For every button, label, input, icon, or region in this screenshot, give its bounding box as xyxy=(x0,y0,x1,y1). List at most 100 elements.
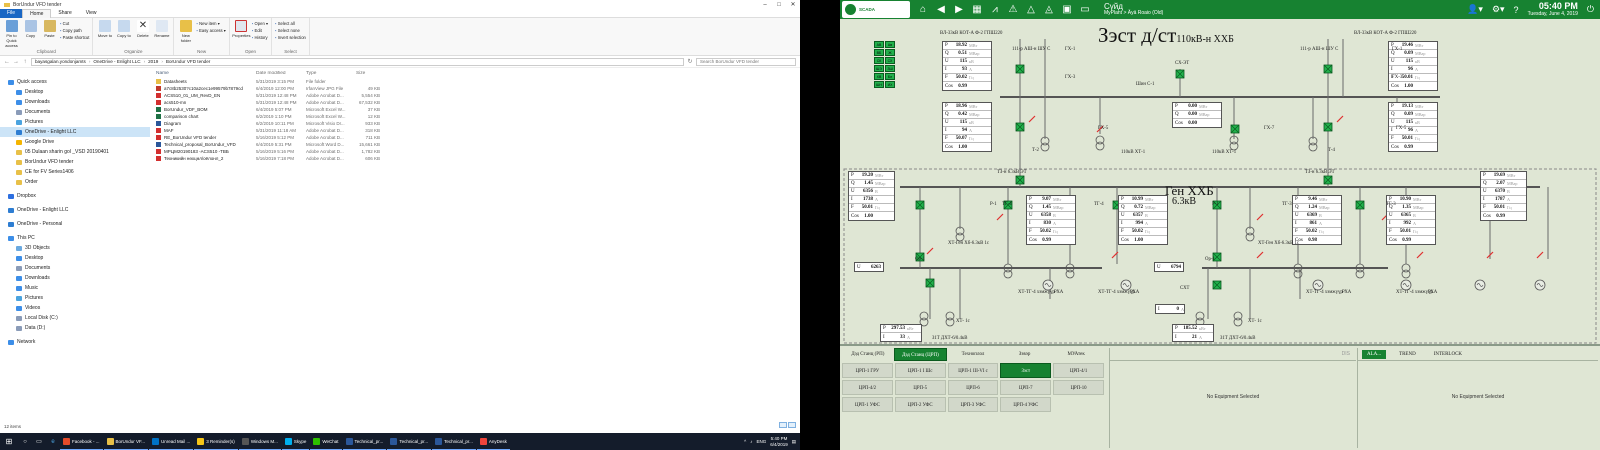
home-icon[interactable]: ⌂ xyxy=(916,4,930,15)
meter-gen-right[interactable]: P 19.69 МВт Q 2.07 МВар U 6370 В I 1787 А F 50.01 Гц Co… xyxy=(1480,171,1527,221)
nav-item[interactable]: Downloads xyxy=(0,97,150,107)
station-button[interactable]: ЦРП-1 III-VI с xyxy=(947,363,999,378)
search-input[interactable]: Search BorUndur VFD tender xyxy=(696,57,796,66)
copy-to-button[interactable]: Copy to xyxy=(115,20,132,38)
move-to-button[interactable]: Move to xyxy=(96,20,113,38)
taskbar-item[interactable]: Skype xyxy=(281,433,310,450)
close-button[interactable]: ✕ xyxy=(786,1,800,8)
file-row[interactable]: a7c8b2530?c10a2cec1e99579b7879cd 6/4/2019… xyxy=(150,85,800,92)
breadcrumb-item[interactable]: 2019 xyxy=(148,59,158,64)
taskbar-item[interactable]: Unread Mail ... xyxy=(149,433,194,450)
address-bar[interactable]: bayasgalan.yondonjamts › OneDrive - Enligh… xyxy=(31,57,684,66)
nav-item[interactable]: 3D Objects xyxy=(0,243,150,253)
delete-button[interactable]: ✕ Delete xyxy=(134,20,151,38)
select-all-button[interactable]: Select all xyxy=(275,20,306,27)
station-tab[interactable]: Зэвэр xyxy=(999,348,1051,361)
refresh-icon[interactable]: ↻ xyxy=(687,58,693,65)
nav-item[interactable]: Videos xyxy=(0,303,150,313)
disconnector-open[interactable] xyxy=(1536,251,1544,259)
meter-top-left[interactable]: P 18.92 МВт Q 0.51 МВар U 115 кВ I 93 А F 50.02 Гц Cos 0… xyxy=(942,41,992,91)
properties-button[interactable]: Properties xyxy=(232,20,251,38)
minimize-button[interactable]: – xyxy=(758,2,772,8)
language-indicator[interactable]: ENG xyxy=(756,439,766,444)
task-view-icon[interactable]: ▭ xyxy=(32,438,46,445)
file-row[interactable]: acs510-mn 5/31/2019 12:48 PM Adobe Acrobat… xyxy=(150,99,800,106)
nav-item[interactable]: Documents xyxy=(0,263,150,273)
alarm-tab[interactable]: TREND xyxy=(1394,350,1421,359)
notification-arrow-icon[interactable]: ^ xyxy=(744,439,746,444)
details-view-button[interactable] xyxy=(779,422,787,428)
invert-selection-button[interactable]: Invert selection xyxy=(275,34,306,41)
map-icon[interactable]: ▦ xyxy=(970,4,984,15)
large-icons-view-button[interactable] xyxy=(788,422,796,428)
notifications-icon[interactable]: ▤ xyxy=(792,439,796,445)
meter-aux-left[interactable]: P 297.53 кВт I 33 А xyxy=(880,324,922,342)
tab-home[interactable]: Home xyxy=(22,8,52,18)
history-button[interactable]: History xyxy=(252,34,268,41)
nav-item[interactable]: Google Drive xyxy=(0,137,150,147)
station-button[interactable]: ЦРП-4/2 xyxy=(842,380,893,395)
nav-item[interactable]: OneDrive - Personal xyxy=(0,219,150,229)
station-button[interactable]: ЦРП-2 УФС xyxy=(894,397,946,412)
speaker-icon[interactable]: ♪ xyxy=(750,439,752,444)
nav-item[interactable]: Local Disk (C:) xyxy=(0,313,150,323)
rename-button[interactable]: Rename xyxy=(153,20,170,38)
station-tab[interactable]: Дэд Станц (РП) xyxy=(842,348,894,361)
tab-view[interactable]: View xyxy=(79,9,104,18)
display-icon[interactable]: ▭ xyxy=(1078,4,1092,15)
cut-button[interactable]: Cut xyxy=(60,20,89,27)
station-button[interactable]: ЦРП-1 ГРУ xyxy=(842,363,893,378)
paste-button[interactable]: Paste xyxy=(41,20,58,38)
nav-item[interactable]: Order xyxy=(0,177,150,187)
taskbar-item[interactable]: Windows M... xyxy=(238,433,281,450)
nav-item[interactable]: Desktop xyxy=(0,253,150,263)
taskbar-item[interactable]: AnyDesk xyxy=(476,433,510,450)
taskbar-item[interactable]: 3 Reminder(s) xyxy=(194,433,238,450)
file-row[interactable]: BorUndur_VDF_BOM 6/4/2019 5:07 PM Microsof… xyxy=(150,106,800,113)
nav-item[interactable]: Documents xyxy=(0,107,150,117)
disconnector-open[interactable] xyxy=(926,247,934,255)
taskbar-item[interactable]: Facebook - ... xyxy=(60,433,103,450)
disconnector-open[interactable] xyxy=(1028,115,1036,123)
breadcrumb-item[interactable]: BorUndur VFD tender xyxy=(166,59,210,64)
meter-aux-right[interactable]: P 185.52 кВт I 21 А xyxy=(1172,324,1214,342)
station-button[interactable]: ЦРП-1 УФС xyxy=(842,397,893,412)
column-type[interactable]: Type xyxy=(306,71,356,76)
paste-shortcut-button[interactable]: Paste shortcut xyxy=(60,34,90,41)
nav-item[interactable]: Pictures xyxy=(0,293,150,303)
station-tab[interactable]: МУАтек xyxy=(1050,348,1102,361)
edge-icon[interactable]: e xyxy=(46,439,60,445)
station-button[interactable]: ЦРП-1 I Шс xyxy=(894,363,946,378)
warning-icon[interactable]: △ xyxy=(1024,4,1038,15)
help-icon[interactable]: ? xyxy=(1514,5,1519,15)
file-row[interactable]: RE_BorUndur VFD tender 5/16/2019 5:12 PM A… xyxy=(150,134,800,141)
nav-item[interactable]: Pictures xyxy=(0,117,150,127)
station-button[interactable]: ЦРП-7 xyxy=(1000,380,1052,395)
file-row[interactable]: МРЦМ20190183 -ACS510 -TBБ 5/16/2019 5:16 … xyxy=(150,148,800,155)
nav-item[interactable]: CE for FV Series1406 xyxy=(0,167,150,177)
value-box[interactable]: U 6794 xyxy=(1154,262,1184,272)
disconnector-open[interactable] xyxy=(1336,115,1344,123)
forward-icon[interactable]: ▶ xyxy=(952,4,966,15)
disconnector-open[interactable] xyxy=(1416,251,1424,259)
copy-path-button[interactable]: Copy path xyxy=(60,27,89,34)
back-arrow-icon[interactable]: ← xyxy=(4,59,10,65)
disconnector-open[interactable] xyxy=(1256,213,1264,221)
breadcrumb-item[interactable]: bayasgalan.yondonjamts xyxy=(35,59,86,64)
new-folder-button[interactable]: New folder xyxy=(177,20,194,43)
taskbar-item[interactable]: WeChat xyxy=(310,433,342,450)
alarm-tab[interactable]: INTERLOCK xyxy=(1429,350,1467,359)
column-name[interactable]: Name xyxy=(150,71,256,76)
nav-item[interactable]: This PC xyxy=(0,233,150,243)
back-icon[interactable]: ◀ xyxy=(934,4,948,15)
user-icon[interactable]: 👤▾ xyxy=(1467,4,1483,15)
pin-quick-access-button[interactable]: Pin to Quick access xyxy=(3,20,20,48)
file-row[interactable]: MAF 5/31/2019 11:18 AM Adobe Acrobat D... 3… xyxy=(150,127,800,134)
value-box[interactable]: I0А xyxy=(1155,304,1185,314)
column-size[interactable]: Size xyxy=(356,71,380,76)
report-icon[interactable]: ▣ xyxy=(1060,4,1074,15)
meter-g2[interactable]: P 10.99 МВт Q 0.72 МВар U 6357 В I 994 А F 50.02 Гц Cos… xyxy=(1118,195,1168,245)
station-button[interactable]: ЦРП-3 УФС xyxy=(947,397,999,412)
station-button[interactable]: Зэст xyxy=(1000,363,1052,378)
select-none-button[interactable]: Select none xyxy=(275,27,306,34)
